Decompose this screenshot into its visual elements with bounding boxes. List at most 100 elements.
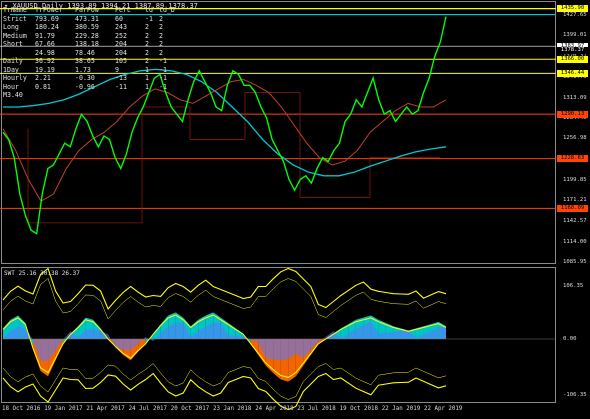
table-cell: -13 <box>115 74 127 83</box>
oscillator-secondary-area <box>378 333 386 339</box>
table-row: Short 67.66 138.18 204 2 2 <box>3 40 173 49</box>
table-cell <box>159 91 173 100</box>
table-cell: ParPow <box>75 6 99 14</box>
table-cell: 2 <box>145 57 149 66</box>
upper-inner-band <box>2 278 447 320</box>
table-cell <box>3 49 35 58</box>
price-level-tag: 1346.44 <box>557 69 588 77</box>
table-row: Medium 91.79 229.28 252 2 2 <box>3 32 173 41</box>
table-cell: 793.69 <box>35 14 59 23</box>
table-cell: 2 <box>145 31 149 40</box>
table-cell: 380.59 <box>75 23 99 32</box>
oscillator-secondary-area <box>235 335 244 339</box>
table-cell: 473.31 <box>75 14 99 23</box>
table-cell: -0.30 <box>75 74 95 83</box>
table-header: TrName TrPower ParPow Perc td td_D <box>3 6 175 15</box>
table-cell: -1 <box>145 14 153 23</box>
table-cell: 2 <box>159 48 163 57</box>
time-tick-label: 18 Oct 2016 <box>2 406 41 412</box>
table-cell: TrPower <box>35 6 63 14</box>
table-cell: 2.21 <box>35 74 51 83</box>
table-cell <box>35 91 75 100</box>
time-tick-label: 23 Jan 2018 <box>213 406 252 412</box>
table-cell <box>115 91 145 100</box>
time-tick-label: 20 Oct 2017 <box>170 406 210 412</box>
oscillator-tick-label: 0.00 <box>563 336 577 342</box>
price-tick-label: 1085.95 <box>563 259 587 265</box>
lower-inner-band <box>2 363 447 400</box>
table-cell: Perc <box>115 6 131 14</box>
price-tick-label: 1114.00 <box>563 238 587 245</box>
table-cell: 2 <box>145 40 149 49</box>
table-cell: 36.92 <box>35 57 55 66</box>
table-cell: 67.66 <box>35 40 55 49</box>
table-cell: 180.24 <box>35 23 59 32</box>
table-cell: 105 <box>115 57 127 66</box>
price-tick-label: 1171.21 <box>563 197 587 204</box>
table-cell: 1 <box>145 74 149 83</box>
table-cell: 1.73 <box>75 65 91 74</box>
table-cell: 2 <box>159 31 163 40</box>
price-tick-label: 1142.57 <box>563 217 587 224</box>
table-cell: 138.18 <box>75 40 99 49</box>
oscillator-secondary-area <box>280 339 289 361</box>
table-cell: td_D <box>159 6 175 14</box>
oscillator-secondary-area <box>385 332 394 339</box>
table-cell: Medium <box>3 31 27 40</box>
price-tick-label: 1199.85 <box>563 176 587 183</box>
table-cell: 204 <box>115 40 127 49</box>
oscillator-secondary-area <box>438 327 446 339</box>
table-cell: 243 <box>115 23 127 32</box>
table-cell: 2 <box>159 23 163 32</box>
oscillator-secondary-area <box>265 339 274 360</box>
price-level-tag: 1366.00 <box>557 55 588 63</box>
table-cell: -1 <box>159 65 167 74</box>
table-cell: TrName <box>3 6 27 14</box>
table-cell: -0.96 <box>75 82 95 91</box>
oscillator-tick-label: -106.35 <box>563 392 587 398</box>
table-cell: 2 <box>159 40 163 49</box>
price-tick-label: 1313.09 <box>563 94 587 101</box>
price-tick-label: 1256.98 <box>563 135 587 142</box>
table-cell: 2 <box>145 48 149 57</box>
table-cell: Daily <box>3 57 23 66</box>
price-tick-label: 1399.01 <box>563 32 587 39</box>
price-level-tag: 1378.37 <box>557 46 588 54</box>
time-tick-label: 19 Jan 2017 <box>44 406 83 412</box>
table-cell: 38.65 <box>75 57 95 66</box>
oscillator-secondary-area <box>123 339 131 351</box>
price-tick-label: 1427.65 <box>563 11 587 18</box>
oscillator-secondary-area <box>393 331 401 339</box>
table-cell: -1 <box>159 57 167 66</box>
oscillator-secondary-area <box>213 322 221 339</box>
table-row: M3.40 <box>3 91 173 100</box>
table-cell: 19.19 <box>35 65 55 74</box>
table-cell: Short <box>3 40 23 49</box>
table-cell: 1 <box>145 82 149 91</box>
table-row: 1Day 19.19 1.73 9 1 -1 <box>3 66 173 75</box>
oscillator-tick-label: 106.35 <box>563 283 584 289</box>
time-tick-label: 24 Apr 2018 <box>255 406 294 412</box>
table-cell: -1 <box>159 82 167 91</box>
table-cell: 91.79 <box>35 31 55 40</box>
table-row: Long 180.24 380.59 243 2 2 <box>3 23 173 32</box>
oscillator-secondary-area <box>85 328 94 339</box>
table-cell: -11 <box>115 82 127 91</box>
time-tick-label: 23 Jul 2018 <box>297 406 336 412</box>
table-cell: M3.40 <box>3 91 23 100</box>
time-tick-label: 22 Apr 2019 <box>424 406 463 412</box>
table-row: Hour 0.81 -0.96 -11 1 -1 <box>3 83 173 92</box>
table-cell: 24.98 <box>35 48 55 57</box>
table-cell: 229.28 <box>75 31 99 40</box>
time-tick-label: 24 Jul 2017 <box>128 406 167 412</box>
time-tick-label: 22 Jan 2019 <box>381 406 421 412</box>
price-level-tag: 1160.09 <box>557 204 588 212</box>
table-row: Hourly 2.21 -0.30 -13 1 -1 <box>3 74 173 83</box>
table-cell: Strict <box>3 14 27 23</box>
table-row: Daily 36.92 38.65 105 2 -1 <box>3 57 173 66</box>
table-cell: 0.81 <box>35 82 51 91</box>
oscillator-secondary-area <box>18 326 26 339</box>
price-level-tag: 1228.63 <box>557 155 588 163</box>
table-cell: 1Day <box>3 65 19 74</box>
table-cell: 252 <box>115 31 127 40</box>
